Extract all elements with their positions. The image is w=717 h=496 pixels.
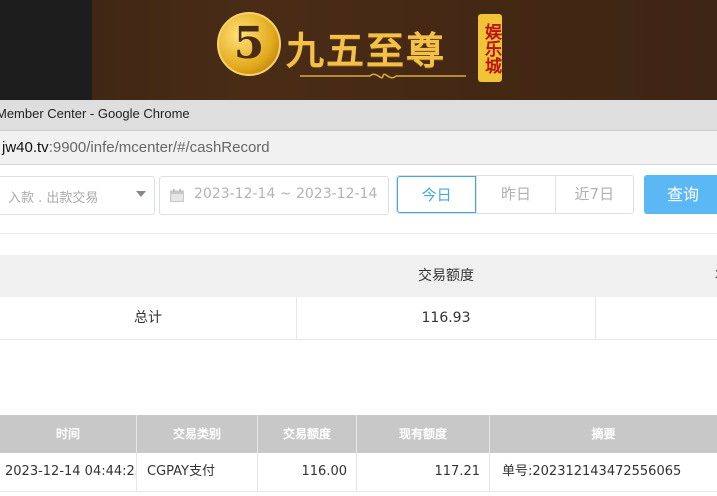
logo-text: 九五至尊 xyxy=(286,28,447,73)
summary-header: 交易额度 丬 xyxy=(0,255,717,297)
chevron-down-icon xyxy=(136,191,146,197)
summary-header-partial: 丬 xyxy=(712,255,717,297)
header-time: 时间 xyxy=(0,415,137,453)
header-memo: 摘要 xyxy=(591,427,616,441)
window-title: Member Center - Google Chrome xyxy=(0,106,190,121)
query-button[interactable]: 查询 xyxy=(644,175,717,214)
row-type: CGPAY支付 xyxy=(137,453,258,491)
cash-record-page: 入款 . 出款交易 2023-12-14 ~ 2023-12-14 今日 昨日 … xyxy=(0,165,717,496)
row-time: 2023-12-14 04:44:23 xyxy=(0,453,137,491)
header-balance: 现有额度 xyxy=(357,415,490,453)
table-row: 2023-12-14 04:44:23 CGPAY支付 116.00 117.2… xyxy=(0,453,717,492)
summary-header-amount: 交易额度 xyxy=(418,268,474,284)
transaction-type-value: 入款 . 出款交易 xyxy=(8,191,99,206)
transaction-type-select[interactable]: 入款 . 出款交易 xyxy=(0,176,155,215)
date-range-value: 2023-12-14 ~ 2023-12-14 xyxy=(194,186,378,202)
address-bar[interactable]: jw40.tv:9900/infe/mcenter/#/cashRecord xyxy=(0,131,717,165)
quick-range-group: 今日 昨日 近7日 xyxy=(396,175,634,214)
url-host: jw40.tv xyxy=(2,139,49,156)
records-header: 时间 交易类别 交易额度 现有额度 摘要 xyxy=(0,415,717,453)
logo-badge: 娱乐城 xyxy=(478,14,502,82)
casino-banner: 5 九五至尊 娱乐城 xyxy=(0,0,717,100)
header-type: 交易类别 xyxy=(137,415,258,453)
range-today-button[interactable]: 今日 xyxy=(397,176,477,213)
divider xyxy=(0,233,717,234)
logo-emblem: 5 xyxy=(217,12,281,76)
date-range-picker[interactable]: 2023-12-14 ~ 2023-12-14 xyxy=(159,176,389,215)
row-balance: 117.21 xyxy=(357,453,490,491)
header-amount: 交易额度 xyxy=(258,415,357,453)
logo-ornament xyxy=(300,73,466,79)
url-text[interactable]: jw40.tv:9900/infe/mcenter/#/cashRecord xyxy=(2,139,270,156)
banner-dark-edge xyxy=(0,0,92,100)
summary-total-label: 总计 xyxy=(0,297,297,339)
summary-total-amount: 116.93 xyxy=(297,297,596,339)
range-yesterday-button[interactable]: 昨日 xyxy=(476,176,554,213)
summary-row: 总计 116.93 xyxy=(0,297,717,340)
row-amount: 116.00 xyxy=(258,453,357,491)
range-7days-button[interactable]: 近7日 xyxy=(554,176,633,213)
window-titlebar: Member Center - Google Chrome xyxy=(0,100,717,131)
calendar-icon xyxy=(170,189,184,202)
logo-digit: 5 xyxy=(233,18,265,69)
row-memo: 单号:202312143472556065 xyxy=(502,464,682,479)
url-path: :9900/infe/mcenter/#/cashRecord xyxy=(48,139,270,156)
